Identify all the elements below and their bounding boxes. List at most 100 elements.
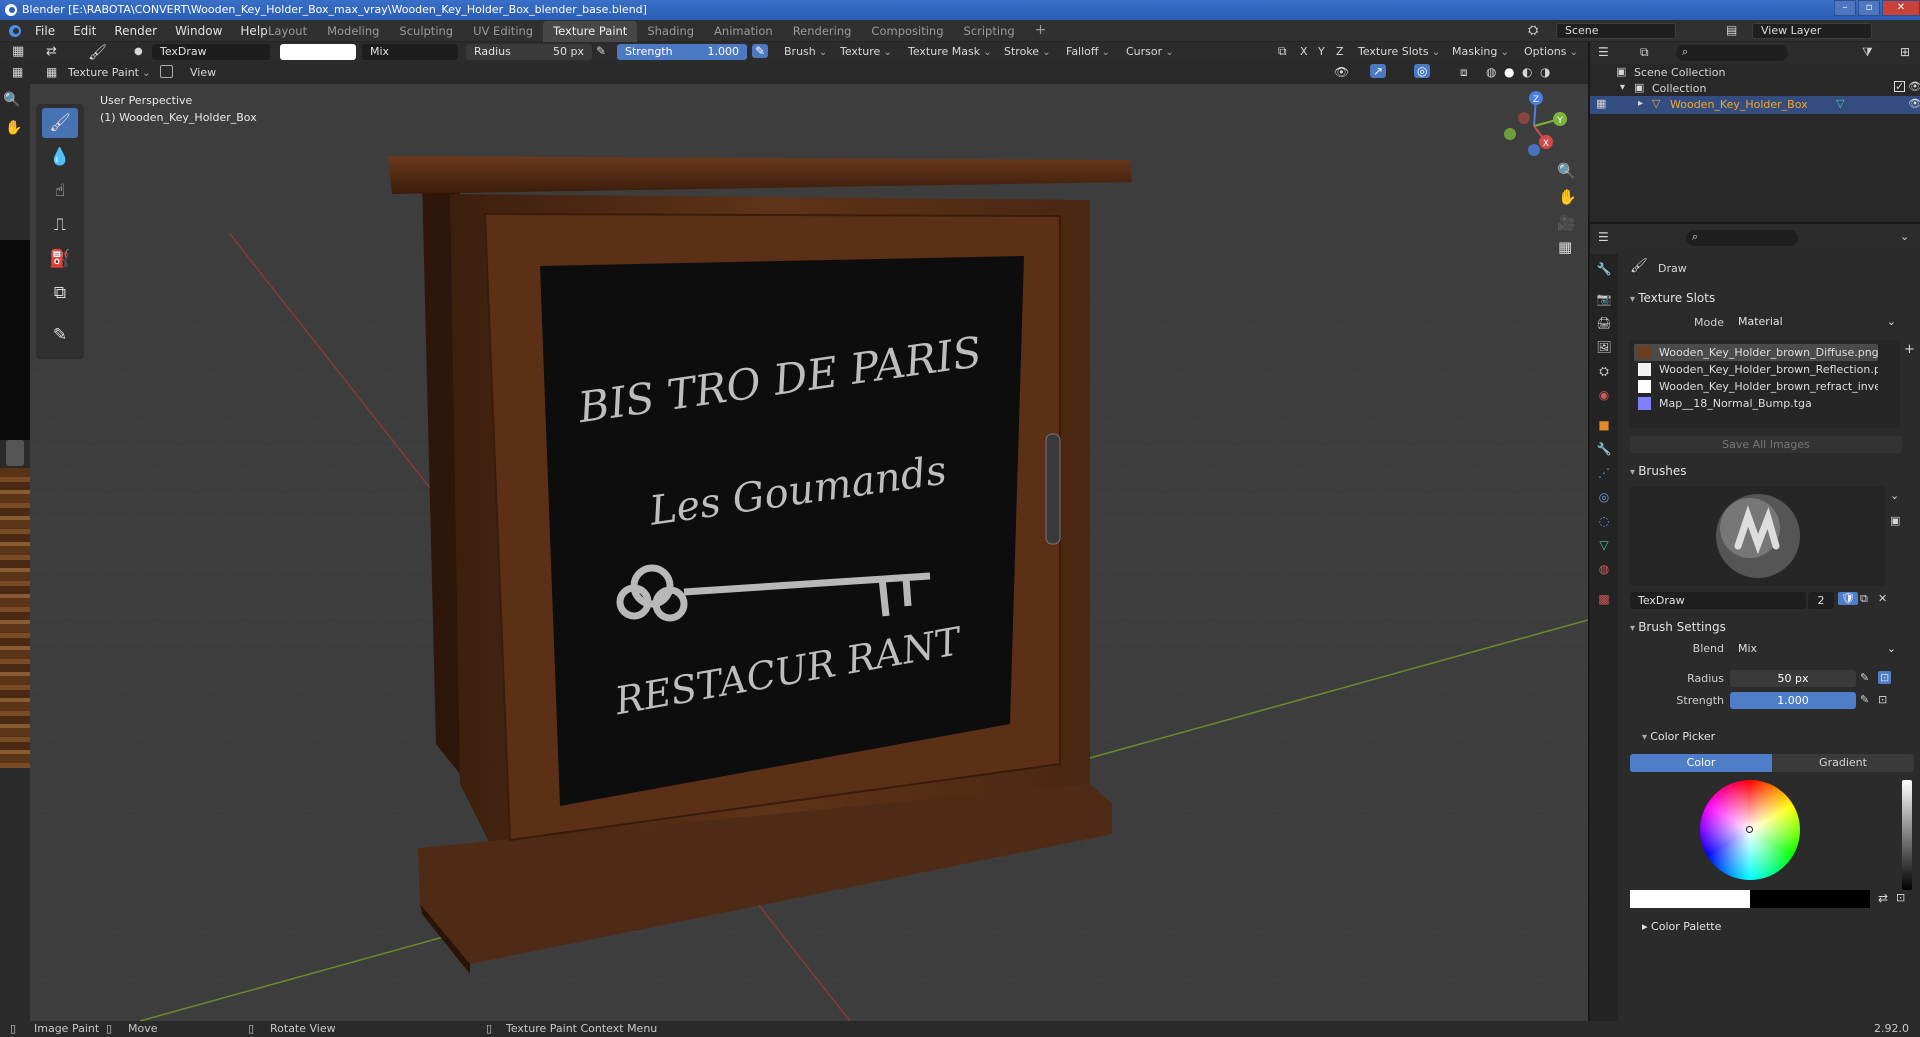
color-picker-panel-title[interactable]: Color Picker	[1642, 730, 1715, 743]
render-tab-icon[interactable]: 📷	[1595, 290, 1613, 308]
brush-list-expand-icon[interactable]: ⌄	[1890, 489, 1899, 502]
filter-icon[interactable]: ⧩	[1862, 45, 1873, 60]
tab-sculpting[interactable]: Sculpting	[389, 21, 463, 42]
camera-view-icon[interactable]: 🎥	[1557, 214, 1576, 232]
radius-settings-slider[interactable]: 50 px	[1730, 670, 1856, 687]
texture-slot-item[interactable]: Wooden_Key_Holder_brown_Diffuse.png	[1634, 344, 1878, 361]
save-all-images-button[interactable]: Save All Images	[1630, 436, 1902, 453]
pan-view-icon[interactable]: ✋	[1558, 188, 1577, 206]
tab-scripting[interactable]: Scripting	[954, 21, 1025, 42]
view-menu[interactable]: View	[190, 66, 216, 79]
xray-icon[interactable]: ⧈	[1460, 65, 1468, 80]
physics-tab-icon[interactable]: ◎	[1595, 488, 1613, 506]
texture-slot-item[interactable]: Wooden_Key_Holder_brown_Reflection.png	[1634, 361, 1878, 378]
outliner-editor-icon[interactable]: ☰	[1598, 45, 1609, 59]
editor-type-icon[interactable]: ▦	[12, 44, 24, 59]
texture-slot-item[interactable]: Wooden_Key_Holder_brown_refract_invert..…	[1634, 378, 1878, 395]
radius-pressure-toggle-icon[interactable]: ✎	[1860, 671, 1869, 684]
color-tab[interactable]: Color	[1630, 754, 1772, 772]
color-wheel[interactable]	[1700, 780, 1800, 880]
solid-shading-icon[interactable]: ●	[1504, 65, 1514, 79]
brush-name-field[interactable]: TexDraw	[152, 44, 270, 60]
brush-image-icon[interactable]: ▣	[1890, 514, 1900, 527]
rendered-shading-icon[interactable]: ◑	[1540, 65, 1550, 79]
scene-selector[interactable]: Scene	[1556, 23, 1676, 39]
radius-pressure-icon[interactable]: ✎	[596, 44, 606, 58]
particles-tab-icon[interactable]: ⋰	[1595, 464, 1613, 482]
properties-search[interactable]: ⌕	[1686, 230, 1798, 246]
add-texture-slot-icon[interactable]: +	[1904, 342, 1915, 357]
properties-editor-icon[interactable]: ☰	[1598, 230, 1609, 244]
tab-layout[interactable]: Layout	[258, 21, 317, 42]
collection-visibility-icon[interactable]: 👁	[1908, 80, 1920, 93]
properties-options-icon[interactable]: ⌄	[1900, 230, 1909, 243]
radius-unit-icon[interactable]: ⊡	[1878, 671, 1892, 684]
material-tab-icon[interactable]: ◍	[1595, 560, 1613, 578]
texture-slot-item[interactable]: Map__18_Normal_Bump.tga	[1634, 395, 1878, 412]
brush-users-count[interactable]: 2	[1808, 592, 1834, 609]
tool-tab-icon[interactable]: 🔧	[1595, 260, 1613, 278]
strength-pressure-toggle-icon[interactable]: ✎	[1860, 693, 1869, 706]
collection-checkbox[interactable]: ✓	[1894, 81, 1905, 92]
outliner-row-object[interactable]: ▦ ▸ ▽ Wooden_Key_Holder_Box ▽ 👁	[1590, 96, 1920, 114]
brushes-panel-title[interactable]: Brushes	[1630, 464, 1686, 478]
masking-menu[interactable]: Masking	[1452, 44, 1509, 60]
paint-editor-icon[interactable]: ▦	[12, 65, 23, 79]
fill-tool-button[interactable]: ⛽	[42, 244, 78, 274]
strength-unit-icon[interactable]: ⊡	[1878, 693, 1887, 706]
object-tab-icon[interactable]: ■	[1595, 416, 1613, 434]
tab-rendering[interactable]: Rendering	[783, 21, 862, 42]
wireframe-shading-icon[interactable]: ◍	[1486, 65, 1496, 79]
clone-tool-button[interactable]: ⎍	[42, 210, 78, 240]
menu-window[interactable]: Window	[175, 24, 222, 38]
zoom-icon[interactable]: 🔍	[3, 92, 20, 108]
gradient-tab[interactable]: Gradient	[1772, 754, 1914, 772]
view-layer-selector[interactable]: View Layer	[1752, 23, 1872, 39]
material-shading-icon[interactable]: ◐	[1522, 65, 1532, 79]
color-unit-icon[interactable]: ⊡	[1896, 891, 1905, 904]
collection-expand-icon[interactable]: ▾	[1620, 82, 1625, 93]
outliner-search[interactable]: ⌕	[1676, 45, 1788, 61]
scene-collection-label[interactable]: Scene Collection	[1634, 66, 1725, 79]
tab-compositing[interactable]: Compositing	[861, 21, 953, 42]
collection-label[interactable]: Collection	[1652, 82, 1706, 95]
mask-toggle-icon[interactable]	[160, 65, 173, 78]
overlay-toggle-icon[interactable]: ◎	[1414, 64, 1431, 78]
mode-selector[interactable]: Texture Paint	[68, 65, 151, 81]
minimize-button[interactable]: –	[1834, 0, 1856, 16]
object-expand-icon[interactable]: ▸	[1638, 98, 1643, 109]
fake-user-icon[interactable]: 🛡	[1838, 592, 1858, 605]
brush-tool-icon[interactable]: 🖌	[88, 43, 107, 61]
pan-hand-icon[interactable]: ✋	[5, 120, 22, 136]
texture-slots-menu[interactable]: Texture Slots	[1358, 44, 1440, 60]
add-workspace-button[interactable]: +	[1025, 19, 1057, 42]
zoom-view-icon[interactable]: 🔍	[1557, 162, 1576, 180]
value-slider[interactable]	[1902, 780, 1912, 890]
blender-menu-icon[interactable]	[8, 24, 22, 38]
secondary-color-swatch[interactable]	[1750, 890, 1870, 908]
texture-menu[interactable]: Texture	[840, 44, 892, 60]
brush-name-input[interactable]: TexDraw	[1630, 592, 1806, 609]
object-visibility-icon[interactable]: 👁	[1908, 97, 1920, 110]
3d-viewport[interactable]: BIS TRO DE PARIS Les Goumands RESTACUR R…	[30, 84, 1588, 1021]
annotate-tool-button[interactable]: ✎	[42, 320, 78, 350]
modifier-tab-icon[interactable]: 🔧	[1595, 440, 1613, 458]
primary-color-swatch[interactable]	[1630, 890, 1750, 908]
tab-uv-editing[interactable]: UV Editing	[463, 21, 543, 42]
menu-edit[interactable]: Edit	[73, 24, 96, 38]
output-tab-icon[interactable]: 🖨	[1595, 314, 1613, 332]
paint-mode-icon[interactable]: ⇄	[46, 44, 57, 59]
options-menu[interactable]: Options	[1524, 44, 1578, 60]
texture-mask-menu[interactable]: Texture Mask	[908, 44, 992, 60]
tab-shading[interactable]: Shading	[637, 21, 704, 42]
falloff-menu[interactable]: Falloff	[1066, 44, 1110, 60]
color-palette-panel-title[interactable]: ▸ Color Palette	[1642, 920, 1721, 933]
world-tab-icon[interactable]: ◉	[1595, 386, 1613, 404]
maximize-button[interactable]: ▫	[1858, 0, 1880, 16]
brush-menu[interactable]: Brush	[784, 44, 827, 60]
texture-slots-panel-title[interactable]: Texture Slots	[1630, 291, 1715, 305]
texture-tab-icon[interactable]: ▩	[1595, 590, 1613, 608]
symmetry-icon[interactable]: ⧉	[1278, 44, 1287, 59]
close-window-button[interactable]: ✕	[1882, 0, 1920, 16]
strength-slider[interactable]: Strength 1.000	[617, 44, 747, 60]
